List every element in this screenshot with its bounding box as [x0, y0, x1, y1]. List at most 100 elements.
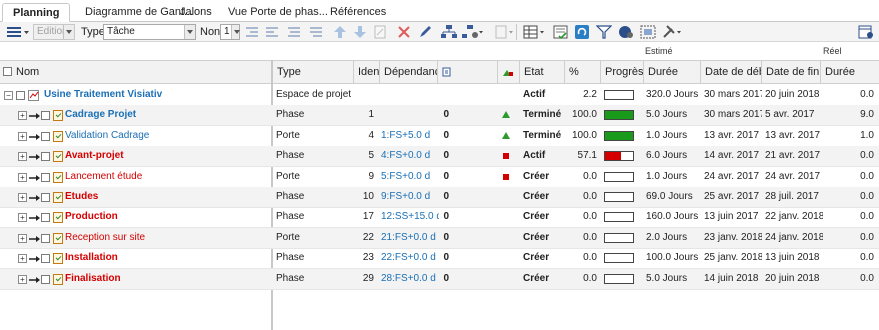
row-reel: 0.0: [860, 252, 874, 264]
table-row[interactable]: + Avant-projet Phase 5 4:FS+0.0 d 0 Actif 57.1 6…: [0, 146, 879, 168]
document-menu-icon[interactable]: [494, 24, 518, 40]
row-dependance[interactable]: [381, 85, 439, 105]
move-up-icon[interactable]: [332, 24, 348, 40]
row-dependance[interactable]: 4:FS+0.0 d: [381, 146, 439, 166]
expand-toggle[interactable]: +: [18, 193, 27, 202]
move-down-icon[interactable]: [352, 24, 368, 40]
header-etat[interactable]: Etat: [519, 61, 564, 83]
select-all-checkbox[interactable]: [3, 67, 12, 76]
row-dependance[interactable]: [381, 105, 439, 125]
hierarchy-icon[interactable]: [440, 24, 458, 40]
tab-jalons[interactable]: Jalons: [180, 3, 212, 22]
edition-dropdown[interactable]: Edition: [33, 24, 75, 40]
row-name[interactable]: Finalisation: [65, 269, 270, 289]
pencil-icon[interactable]: [418, 24, 434, 40]
header-progres[interactable]: Progrès: [600, 61, 643, 83]
header-dependance[interactable]: Dépendance: [379, 61, 437, 83]
header-nom[interactable]: Nom: [0, 61, 271, 83]
row-checkbox[interactable]: [41, 131, 50, 141]
header-debut[interactable]: Date de début: [700, 61, 761, 83]
tools-icon[interactable]: [662, 24, 684, 40]
expand-toggle[interactable]: +: [18, 213, 27, 223]
delete-icon[interactable]: [396, 24, 412, 40]
expand-toggle[interactable]: +: [18, 254, 27, 264]
menu-icon[interactable]: [6, 24, 30, 40]
globe-icon[interactable]: [618, 24, 634, 40]
header-ident[interactable]: Identi: [353, 61, 379, 83]
outdent-icon[interactable]: [264, 24, 280, 40]
edit-doc-icon[interactable]: [372, 24, 388, 40]
row-checkbox[interactable]: [41, 152, 50, 162]
row-checkbox[interactable]: [41, 254, 50, 264]
group-estime: Estimé: [645, 46, 673, 56]
table-row[interactable]: + Production Phase 17 12:SS+15.0 d 0 Créer 0.0 1…: [0, 207, 879, 229]
row-dependance[interactable]: 5:FS+0.0 d: [381, 167, 439, 187]
row-name[interactable]: Installation: [65, 248, 270, 268]
row-name[interactable]: Etudes: [65, 187, 270, 207]
header-indicator[interactable]: [497, 61, 519, 83]
expand-toggle[interactable]: +: [18, 131, 27, 141]
collapse-toggle[interactable]: −: [4, 91, 13, 100]
row-checkbox[interactable]: [41, 233, 50, 243]
table-row[interactable]: + Cadrage Projet Phase 1 0 Terminé 100.0 5.0 Jo…: [0, 105, 879, 127]
tab-planning[interactable]: Planning: [2, 3, 71, 22]
expand-toggle[interactable]: +: [18, 152, 27, 162]
indent-icon[interactable]: [244, 24, 260, 40]
header-pct[interactable]: %: [564, 61, 600, 83]
tab-references[interactable]: Références: [330, 3, 386, 22]
expand-toggle[interactable]: +: [18, 111, 27, 121]
header-documents[interactable]: [437, 61, 497, 83]
row-type: Phase: [276, 252, 305, 264]
grid-select-icon[interactable]: [640, 24, 656, 40]
align-icon[interactable]: [286, 24, 302, 40]
header-duree-reel[interactable]: Durée: [820, 61, 879, 83]
row-dependance[interactable]: 1:FS+5.0 d: [381, 126, 439, 146]
header-fin[interactable]: Date de fin: [761, 61, 820, 83]
row-dependance[interactable]: 21:FS+0.0 d: [381, 228, 439, 248]
row-dependance[interactable]: 12:SS+15.0 d: [381, 207, 439, 227]
row-name[interactable]: Cadrage Projet: [65, 105, 270, 125]
table-row[interactable]: + Finalisation Phase 29 28:FS+0.0 d 0 Créer 0.0…: [0, 268, 879, 290]
expand-toggle[interactable]: +: [18, 172, 27, 182]
tab-vue-porte[interactable]: Vue Porte de phas...: [228, 3, 328, 22]
row-name[interactable]: Lancement étude: [65, 167, 270, 187]
header-duree[interactable]: Durée: [643, 61, 700, 83]
row-name[interactable]: Validation Cadrage: [65, 126, 270, 146]
row-name[interactable]: Reception sur site: [65, 228, 270, 248]
row-checkbox[interactable]: [41, 111, 50, 121]
type-select[interactable]: Tâche: [103, 24, 196, 40]
table-settings-icon[interactable]: [523, 24, 547, 40]
row-checkbox[interactable]: [41, 213, 50, 223]
table-row[interactable]: + Installation Phase 23 22:FS+0.0 d 0 Créer 0.0…: [0, 248, 879, 270]
refresh-icon[interactable]: [574, 24, 590, 40]
row-dependance[interactable]: 28:FS+0.0 d: [381, 269, 439, 289]
row-dependance[interactable]: 9:FS+0.0 d: [381, 187, 439, 207]
row-dependance[interactable]: 22:FS+0.0 d: [381, 248, 439, 268]
row-name[interactable]: Production: [65, 207, 270, 227]
row-checkbox[interactable]: [41, 274, 50, 284]
tab-gantt[interactable]: Diagramme de Gant...: [85, 3, 193, 22]
row-name[interactable]: Usine Traitement Visiativ: [44, 85, 269, 105]
level-stepper[interactable]: 1: [220, 24, 240, 40]
header-type[interactable]: Type: [273, 61, 353, 83]
row-checkbox[interactable]: [41, 193, 50, 202]
row-checkbox[interactable]: [41, 172, 50, 182]
link-arrow-icon: [29, 152, 41, 161]
list-icon[interactable]: [308, 24, 324, 40]
row-duree: 100.0 Jours: [646, 252, 699, 264]
table-row[interactable]: + Etudes Phase 10 9:FS+0.0 d 0 Créer 0.0 69.0 Jo…: [0, 187, 879, 208]
settings-panel-icon[interactable]: [858, 24, 876, 40]
progress-bar: [604, 151, 634, 162]
table-row[interactable]: + Validation Cadrage Porte 4 1:FS+5.0 d 0 Term…: [0, 126, 879, 147]
table-row[interactable]: − Usine Traitement Visiativ Espace de proj…: [0, 85, 879, 106]
filter-icon[interactable]: [596, 24, 612, 40]
expand-toggle[interactable]: +: [18, 274, 27, 284]
task-icon: [53, 273, 63, 285]
row-checkbox[interactable]: [16, 91, 25, 100]
hierarchy-settings-icon[interactable]: [462, 24, 484, 40]
table-row[interactable]: + Lancement étude Porte 9 5:FS+0.0 d 0 Créer 0.…: [0, 167, 879, 188]
table-row[interactable]: + Reception sur site Porte 22 21:FS+0.0 d 0 Cr…: [0, 227, 879, 249]
checklist-icon[interactable]: [553, 24, 569, 40]
row-name[interactable]: Avant-projet: [65, 146, 270, 166]
expand-toggle[interactable]: +: [18, 233, 27, 243]
